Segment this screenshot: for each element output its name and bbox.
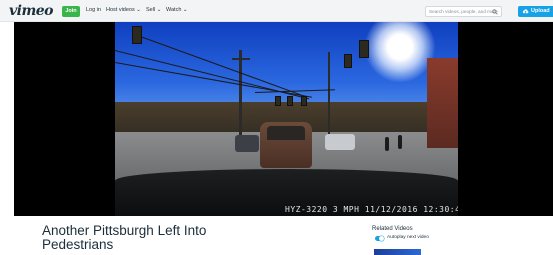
pedestrian (398, 135, 402, 149)
nav-log-in[interactable]: Log in (86, 7, 101, 13)
video-title: Another Pittsburgh Left Into Pedestrians (42, 223, 207, 252)
traffic-light (344, 54, 352, 68)
signal-pole (328, 52, 330, 137)
upload-label: Upload (531, 8, 550, 14)
pole-crossarm (232, 58, 250, 60)
related-videos-heading: Related Videos (372, 226, 413, 232)
traffic-light (287, 96, 293, 106)
video-building (427, 58, 458, 148)
upload-button[interactable]: Upload (518, 6, 553, 17)
dashcam-overlay: HYZ-3220 3 MPH 11/12/2016 12:30:40 (285, 205, 458, 214)
traffic-light (132, 26, 142, 44)
traffic-light (275, 96, 281, 106)
top-bar: vimeo Join Log in Host videos ⌄ Sell ⌄ W… (0, 0, 553, 22)
cloud-upload-icon (522, 9, 529, 14)
pedestrian (385, 137, 389, 151)
search-input[interactable]: Search videos, people, and more (425, 6, 502, 17)
search-icon[interactable] (492, 9, 498, 15)
join-button[interactable]: Join (62, 6, 80, 17)
vimeo-logo[interactable]: vimeo (9, 3, 54, 19)
nav-host-videos[interactable]: Host videos ⌄ (106, 7, 141, 13)
related-video-thumbnail[interactable] (374, 249, 421, 255)
utility-pole (239, 50, 242, 142)
oncoming-car (235, 135, 259, 152)
autoplay-toggle-knob (379, 236, 384, 241)
nav-sell[interactable]: Sell ⌄ (146, 7, 161, 13)
video-frame[interactable]: HYZ-3220 3 MPH 11/12/2016 12:30:40 (115, 22, 458, 216)
traffic-light (359, 40, 369, 58)
nav-watch[interactable]: Watch ⌄ (166, 7, 188, 13)
traffic-light (301, 96, 307, 106)
autoplay-label: Autoplay next video (387, 235, 429, 240)
turning-car (325, 134, 355, 150)
search-placeholder: Search videos, people, and more (429, 9, 498, 14)
video-player[interactable]: HYZ-3220 3 MPH 11/12/2016 12:30:40 (14, 22, 553, 216)
lead-car-window (267, 126, 305, 140)
